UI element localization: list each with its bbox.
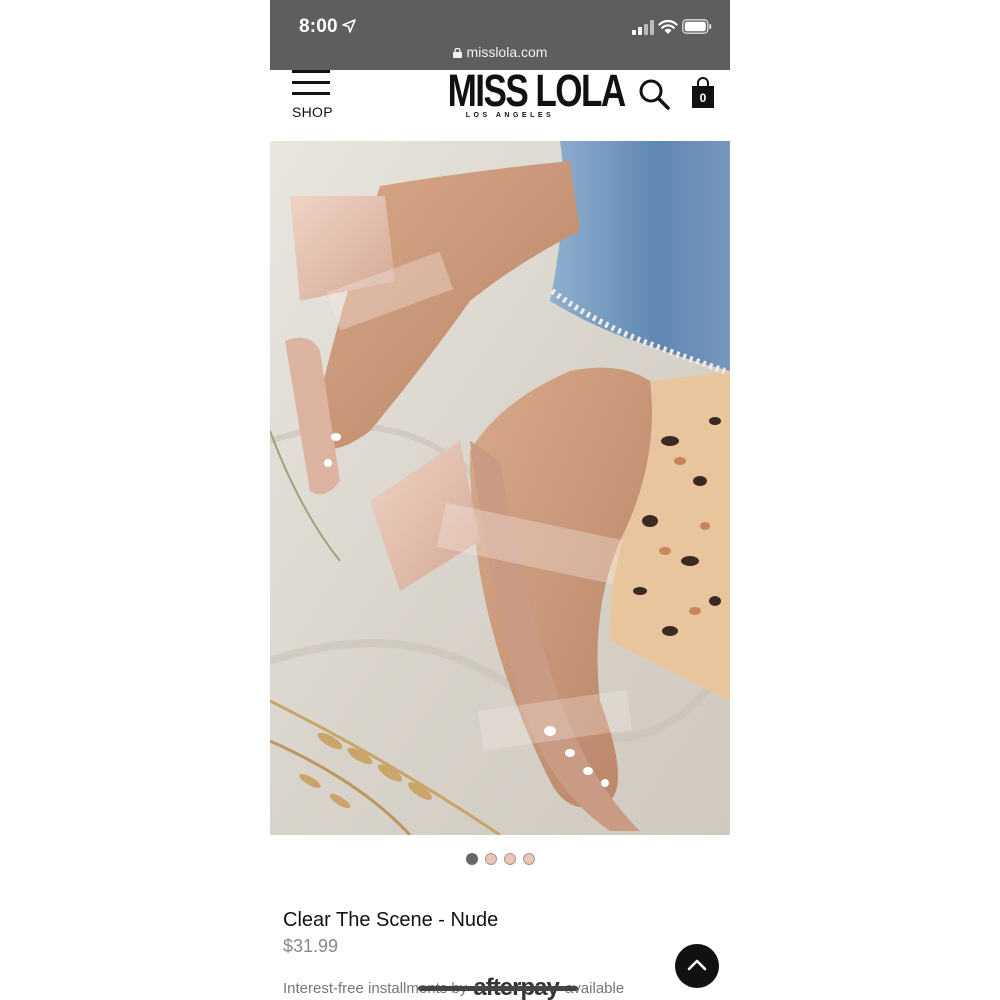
brand-name: MISS LOLA bbox=[447, 65, 627, 116]
shop-menu-label[interactable]: SHOP bbox=[292, 104, 333, 120]
cart-count: 0 bbox=[699, 91, 707, 105]
chevron-up-icon bbox=[687, 959, 707, 971]
carousel-dot-2[interactable] bbox=[484, 853, 497, 865]
address-bar[interactable]: misslola.com bbox=[270, 44, 730, 60]
status-bar: 8:00 misslola.com bbox=[270, 0, 730, 70]
scroll-to-top-button[interactable] bbox=[675, 944, 719, 988]
location-arrow-icon bbox=[342, 19, 356, 33]
search-icon[interactable] bbox=[638, 78, 670, 110]
battery-icon bbox=[682, 19, 712, 34]
url-text: misslola.com bbox=[466, 44, 548, 60]
lock-icon bbox=[452, 48, 462, 58]
wifi-icon bbox=[658, 19, 678, 34]
site-logo[interactable]: MISS LOLA LOS ANGELES bbox=[430, 65, 627, 119]
image-carousel-dots bbox=[270, 852, 730, 870]
home-indicator[interactable] bbox=[418, 986, 578, 991]
product-price: $31.99 bbox=[283, 936, 339, 956]
product-photo bbox=[270, 141, 730, 835]
product-title: Clear The Scene - Nude bbox=[283, 909, 499, 931]
carousel-dot-3[interactable] bbox=[503, 853, 516, 865]
phone-screen: 8:00 misslola.com SHOP MISS LOLA LOS ANG… bbox=[270, 0, 730, 1000]
hamburger-menu-icon-bar bbox=[292, 81, 330, 84]
hamburger-menu-icon bbox=[292, 70, 330, 73]
carousel-dot-4[interactable] bbox=[522, 853, 535, 865]
carousel-dot-1[interactable] bbox=[465, 853, 478, 865]
hamburger-menu-icon-bar bbox=[292, 92, 330, 95]
status-time: 8:00 bbox=[299, 16, 338, 37]
product-image[interactable] bbox=[270, 141, 730, 835]
site-header: SHOP MISS LOLA LOS ANGELES 0 bbox=[270, 65, 730, 140]
cellular-signal-icon bbox=[632, 20, 654, 35]
cart-button[interactable]: 0 bbox=[690, 77, 716, 109]
